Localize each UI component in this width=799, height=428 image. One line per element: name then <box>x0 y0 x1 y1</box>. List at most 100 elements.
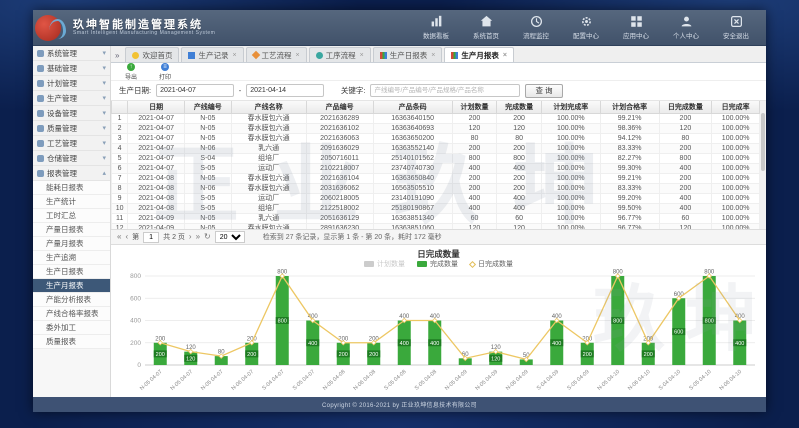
column-header[interactable]: 计划完成率 <box>541 101 600 113</box>
sidebar-group[interactable]: 设备管理▾ <box>33 106 110 121</box>
table-row[interactable]: 72021-04-08N-05春水膜包六通2021636104163636508… <box>112 173 760 183</box>
sidebar-item[interactable]: 质量报表 <box>33 335 110 349</box>
sidebar-item[interactable]: 生产追溯 <box>33 251 110 265</box>
sidebar-group[interactable]: 计划管理▾ <box>33 76 110 91</box>
table-cell: 春水膜包六通 <box>231 123 306 133</box>
sidebar-group[interactable]: 工艺管理▾ <box>33 136 110 151</box>
sidebar-item[interactable]: 工时汇总 <box>33 209 110 223</box>
topnav-apps[interactable]: 应用中心 <box>614 13 658 42</box>
svg-text:400: 400 <box>399 341 408 347</box>
column-header[interactable]: 日完成率 <box>712 101 760 113</box>
topnav-user[interactable]: 个人中心 <box>664 13 708 42</box>
process-icon <box>316 52 323 59</box>
date-to-input[interactable] <box>246 84 324 97</box>
tab[interactable]: 工艺流程× <box>246 47 307 62</box>
sidebar-item[interactable]: 产量月报表 <box>33 237 110 251</box>
close-icon[interactable]: × <box>296 52 300 59</box>
sidebar-item[interactable]: 生产统计 <box>33 195 110 209</box>
last-page-button[interactable]: » <box>196 233 200 241</box>
table-cell: 100.00% <box>541 183 600 193</box>
sidebar-item[interactable]: 产量日报表 <box>33 223 110 237</box>
table-cell: 400 <box>452 203 497 213</box>
close-icon[interactable]: × <box>503 52 507 59</box>
query-button[interactable]: 查 询 <box>525 84 562 98</box>
sidebar-group[interactable]: 系统管理▾ <box>33 46 110 61</box>
tab-bar: » 欢迎首页生产记录×工艺流程×工序流程×生产日报表×生产月报表× <box>111 46 766 63</box>
tab[interactable]: 生产月报表× <box>444 47 514 62</box>
column-header[interactable]: 计划数量 <box>452 101 497 113</box>
table-cell: N-06 <box>185 143 232 153</box>
table-scrollbar[interactable] <box>760 101 766 229</box>
sidebar-group[interactable]: 基础管理▾ <box>33 61 110 76</box>
page-number-input[interactable] <box>143 232 159 243</box>
export-button[interactable]: ↑导出 <box>119 63 143 81</box>
topnav-exit[interactable]: 安全退出 <box>714 13 758 42</box>
column-header[interactable]: 产线名称 <box>231 101 306 113</box>
legend-item[interactable]: 完成数量 <box>417 259 458 269</box>
topnav-clock[interactable]: 流程监控 <box>514 13 558 42</box>
table-row[interactable]: 92021-04-08S-05运动厂2060218005231401910904… <box>112 193 760 203</box>
app-subtitle: Smart Intelligent Manufacturing Manageme… <box>73 31 215 37</box>
table-row[interactable]: 52021-04-07S-04组培厂2050716011251401015628… <box>112 153 760 163</box>
column-header[interactable]: 日期 <box>128 101 185 113</box>
table-cell: 8 <box>112 183 128 193</box>
table-row[interactable]: 32021-04-07N-05春水膜包六通2021636063163636502… <box>112 133 760 143</box>
column-header[interactable]: 产品条码 <box>373 101 452 113</box>
table-row[interactable]: 12021-04-07N-05春水膜包六通2021636289163636401… <box>112 113 760 123</box>
table-cell: 80 <box>659 133 712 143</box>
table-row[interactable]: 112021-04-09N-05乳六通205163612916363851340… <box>112 213 760 223</box>
sidebar-group[interactable]: 生产管理▾ <box>33 91 110 106</box>
date-from-input[interactable] <box>156 84 234 97</box>
page-size-select[interactable]: 20 <box>215 231 245 243</box>
keyword-input[interactable] <box>370 84 520 97</box>
tab[interactable]: 生产记录× <box>181 47 243 62</box>
topnav-stats[interactable]: 数据看板 <box>414 13 458 42</box>
sidebar-item[interactable]: 委外加工 <box>33 321 110 335</box>
sidebar-item[interactable]: 产能分析报表 <box>33 293 110 307</box>
column-header[interactable]: 计划合格率 <box>600 101 659 113</box>
table-cell: 7 <box>112 173 128 183</box>
sidebar-item[interactable]: 生产月报表 <box>33 279 110 293</box>
column-header[interactable]: 日完成数量 <box>659 101 712 113</box>
table-row[interactable]: 82021-04-08N-06春水膜包六通2031636062165635055… <box>112 183 760 193</box>
legend-item[interactable]: 日完成数量 <box>470 259 513 269</box>
sidebar-group[interactable]: 仓储管理▾ <box>33 151 110 166</box>
prev-page-button[interactable]: ‹ <box>125 233 128 241</box>
column-header[interactable]: 产品编号 <box>306 101 373 113</box>
table-row[interactable]: 22021-04-07N-05春水膜包六通2021636102163636406… <box>112 123 760 133</box>
legend-item[interactable]: 计划数量 <box>364 259 405 269</box>
svg-text:S-05 04-10: S-05 04-10 <box>688 369 712 392</box>
table-cell: 400 <box>452 163 497 173</box>
sidebar-item[interactable]: 生产日报表 <box>33 265 110 279</box>
table-cell: 16363552140 <box>373 143 452 153</box>
table-row[interactable]: 122021-04-09N-05春水膜包六通289163623016363851… <box>112 223 760 229</box>
sidebar-group[interactable]: 质量管理▾ <box>33 121 110 136</box>
tab[interactable]: 欢迎首页 <box>125 47 179 62</box>
sidebar-collapse-button[interactable]: » <box>113 51 123 62</box>
table-cell: 2021-04-07 <box>128 143 185 153</box>
svg-text:120: 120 <box>491 356 500 362</box>
sidebar-item[interactable]: 产线合格率报表 <box>33 307 110 321</box>
table-row[interactable]: 102021-04-08S-05组培厂212251800225180190867… <box>112 203 760 213</box>
sidebar-group[interactable]: 报表管理▴ <box>33 166 110 181</box>
first-page-button[interactable]: « <box>117 233 121 241</box>
close-icon[interactable]: × <box>431 52 435 59</box>
tab[interactable]: 生产日报表× <box>373 47 443 62</box>
table-cell: 800 <box>452 153 497 163</box>
close-icon[interactable]: × <box>360 52 364 59</box>
sidebar-item[interactable]: 能耗日报表 <box>33 181 110 195</box>
close-icon[interactable]: × <box>232 52 236 59</box>
table-cell: 2051636129 <box>306 213 373 223</box>
print-button[interactable]: ≡打印 <box>153 63 177 81</box>
column-header[interactable] <box>112 101 128 113</box>
tab[interactable]: 工序流程× <box>309 47 371 62</box>
column-header[interactable]: 产线编号 <box>185 101 232 113</box>
table-row[interactable]: 62021-04-07S-05运动厂2102218007237407407304… <box>112 163 760 173</box>
column-header[interactable]: 完成数量 <box>497 101 542 113</box>
refresh-icon[interactable]: ↻ <box>204 233 211 241</box>
chevron-icon: ▾ <box>102 64 106 72</box>
next-page-button[interactable]: › <box>189 233 192 241</box>
topnav-gear[interactable]: 配置中心 <box>564 13 608 42</box>
topnav-home[interactable]: 系统首页 <box>464 13 508 42</box>
table-row[interactable]: 42021-04-07N-06乳六通2091636029163635521402… <box>112 143 760 153</box>
